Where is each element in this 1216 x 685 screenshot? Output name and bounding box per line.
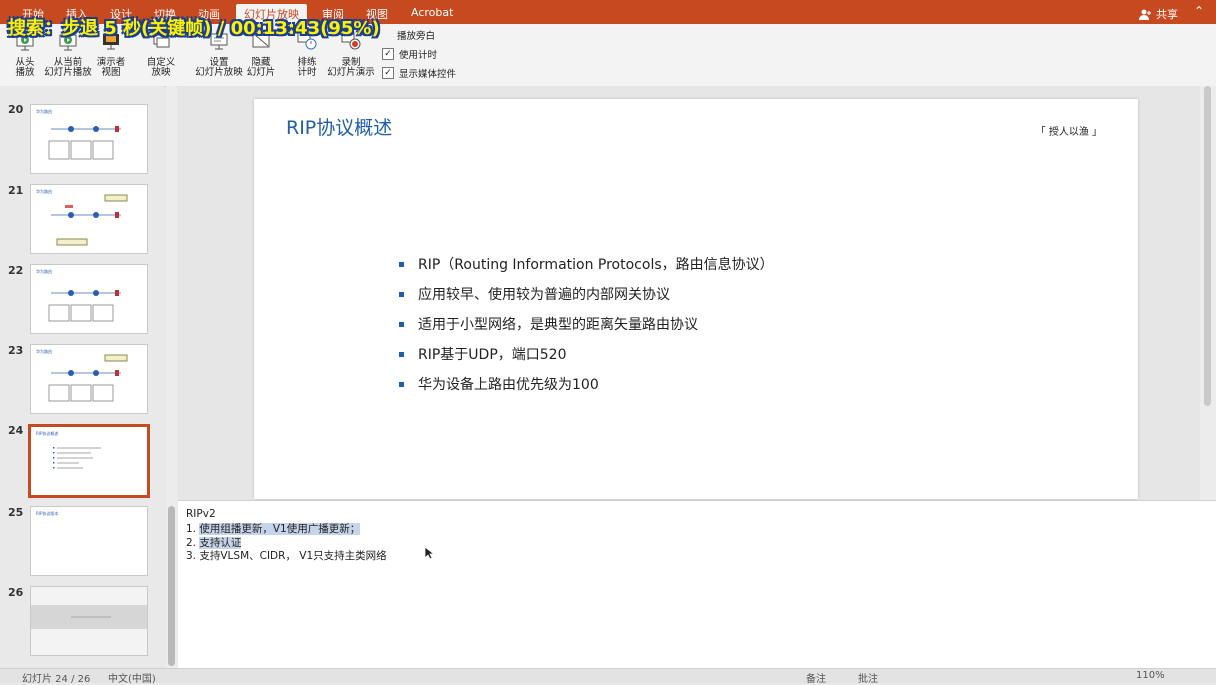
video-overlay-text: 搜索：步退 5 秒(关键帧) / 00:13:43(95%) [8,18,380,39]
bullet-text: RIP基于UDP，端口520 [418,347,567,363]
setup-show-label: 设置 幻灯片放映 [195,56,243,78]
thumb-title: RIP协议版本 [36,511,59,516]
play-narration-checkbox[interactable]: 播放旁白 [382,28,435,42]
slide-thumbnail-22[interactable]: 华为路由 [30,264,148,334]
bullet-text: 适用于小型网络，是典型的距离矢量路由协议 [418,317,698,333]
bullet-square-icon [399,351,404,357]
bullet-item: 应用较早、使用较为普遍的内部网关协议 [399,279,774,309]
language-indicator[interactable]: 中文(中国) [108,670,156,685]
slide-counter: 幻灯片 24 / 26 [22,674,91,685]
notes-pane[interactable]: RIPv2 1. 使用组播更新，V1使用广播更新； 2. 支持认证 3. 支持V… [178,500,1216,669]
network-diagram-thumbnail [48,354,128,402]
bullet-list-thumbnail [53,447,101,469]
use-timings-label: 使用计时 [399,50,438,61]
bullet-square-icon [399,381,404,387]
show-media-controls-label: 显示媒体控件 [399,69,457,80]
zoom-level[interactable]: 110% [1136,670,1165,681]
thumb-number: 22 [8,264,24,277]
slide-scrollbar[interactable] [1200,86,1216,500]
bullet-square-icon [399,261,404,267]
bullet-item: RIP（Routing Information Protocols，路由信息协议… [399,249,774,279]
bullet-square-icon [399,321,404,327]
thumb-title: 华为路由 [36,109,52,114]
hide-slide-label: 隐藏 幻灯片 [246,56,276,78]
checkmark-icon: ✓ [382,67,394,79]
network-diagram-thumbnail [51,194,128,246]
slide-title[interactable]: RIP协议概述 [286,113,392,140]
notes-heading: RIPv2 [186,508,216,520]
slide-thumbnail-20[interactable]: 华为路由 [30,104,148,174]
bullet-text: 应用较早、使用较为普遍的内部网关协议 [418,287,670,303]
network-diagram-thumbnail [48,290,121,322]
thumb-number: 23 [8,344,24,357]
record-slideshow-label: 录制 幻灯片演示 [327,56,375,78]
thumbnail-scrollbar[interactable] [166,86,177,668]
thumb-title: 华为路由 [36,269,52,274]
play-narration-label: 播放旁白 [397,31,436,42]
bullet-text: RIP（Routing Information Protocols，路由信息协议… [418,257,774,273]
network-diagram-thumbnail [48,126,121,160]
share-button[interactable]: 共享 [1139,6,1178,22]
slide-canvas: RIP协议概述 「 授人以渔 」 RIP（Routing Information… [178,86,1200,500]
notes-line-number: 1. [186,523,197,535]
bullet-text: 华为设备上路由优先级为100 [418,377,599,393]
bullet-item: 华为设备上路由优先级为100 [399,369,774,399]
share-label: 共享 [1156,8,1178,21]
current-slide[interactable]: RIP协议概述 「 授人以渔 」 RIP（Routing Information… [254,99,1138,499]
bullet-square-icon [399,291,404,297]
thumb-title: 华为路由 [36,189,52,194]
thumb-title: 华为路由 [36,349,52,354]
slide-tag: 「 授人以渔 」 [1035,127,1102,138]
thumb-number: 24 [8,424,24,437]
custom-show-label: 自定义 放映 [146,56,176,78]
notes-line-text: 使用组播更新，V1使用广播更新； [199,523,361,535]
notes-line-text: 支持VLSM、CIDR， V1只支持主类网络 [199,550,387,562]
slide-thumbnail-24[interactable]: RIP协议概述 [28,424,150,498]
slide-thumbnail-23[interactable]: 华为路由 [30,344,148,414]
thumb-title: RIP协议概述 [36,431,59,436]
show-media-controls-checkbox[interactable]: ✓ 显示媒体控件 [382,66,456,80]
play-from-current-label: 从当前 幻灯片播放 [44,56,92,78]
slide-thumbnail-pane: 20 华为路由 21 华为路由 22 华为路由 23 华为路由 24 RIP协议… [0,86,164,668]
end-slide-thumbnail [31,605,147,629]
presenter-view-label: 演示者 视图 [96,56,126,78]
tab-acrobat[interactable]: Acrobat [411,6,453,19]
comments-toggle[interactable]: 批注 [858,670,878,685]
status-bar: 幻灯片 24 / 26 中文(中国) 备注 批注 110% [0,668,1216,685]
slide-thumbnail-21[interactable]: 华为路由 [30,184,148,254]
thumb-number: 26 [8,586,24,599]
thumb-number: 25 [8,506,24,519]
add-person-icon [1139,9,1151,20]
rehearse-timings-label: 排练 计时 [297,56,317,78]
play-from-start-label: 从头 播放 [15,56,35,78]
bullet-item: 适用于小型网络，是典型的距离矢量路由协议 [399,309,774,339]
notes-toggle[interactable]: 备注 [806,670,826,685]
chevron-up-icon[interactable]: ⌃ [1194,4,1204,18]
notes-line-number: 3. [186,550,197,562]
checkmark-icon: ✓ [382,48,394,60]
notes-line-3: 3. 支持VLSM、CIDR， V1只支持主类网络 [186,548,387,563]
thumb-number: 20 [8,103,24,116]
mouse-cursor-icon [424,546,434,560]
notes-line-1: 1. 使用组播更新，V1使用广播更新； [186,521,361,536]
bullet-item: RIP基于UDP，端口520 [399,339,774,369]
thumb-number: 21 [8,184,24,197]
use-timings-checkbox[interactable]: ✓ 使用计时 [382,47,437,61]
slide-thumbnail-25[interactable]: RIP协议版本 [30,506,148,576]
slide-thumbnail-26[interactable] [30,586,148,656]
bullet-list[interactable]: RIP（Routing Information Protocols，路由信息协议… [399,249,774,399]
